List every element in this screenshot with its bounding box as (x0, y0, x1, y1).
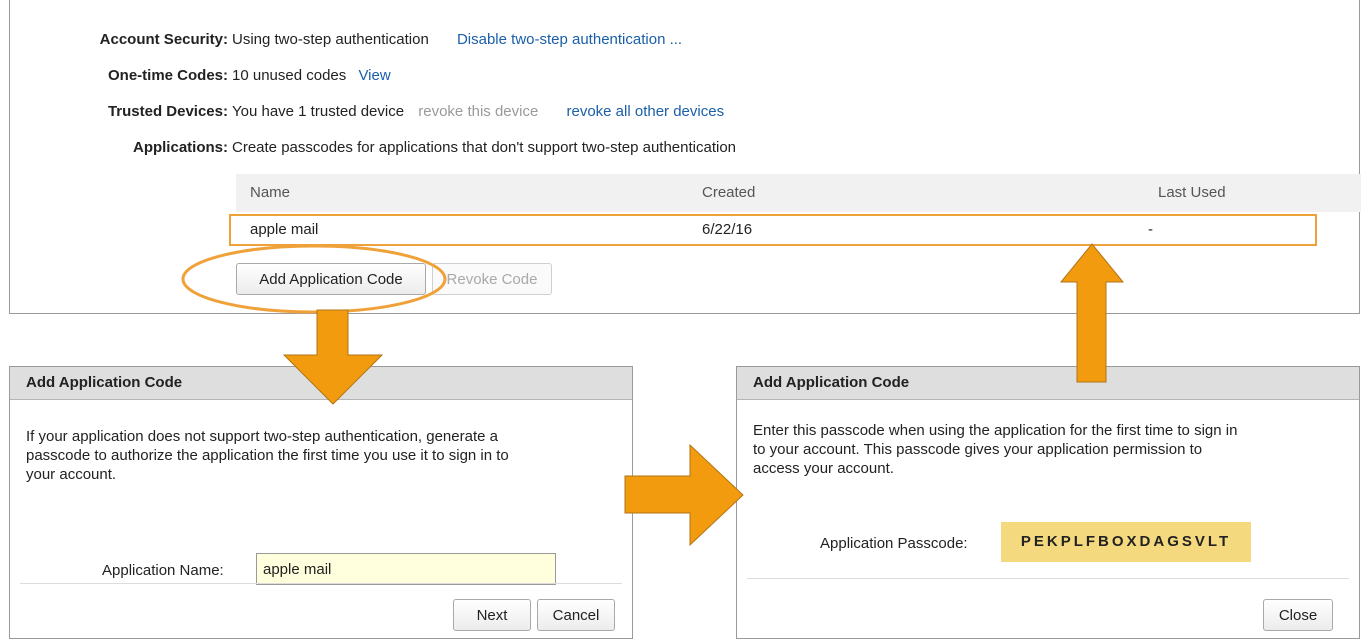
passcode-value: PEKPLFBOXDAGSVLT (1001, 522, 1251, 562)
applications-value: Create passcodes for applications that d… (232, 139, 737, 156)
account-security-value: Using two-step authentication (232, 31, 429, 48)
one-time-codes-value: 10 unused codes (232, 67, 347, 84)
passcode-dialog: Add Application Code Enter this passcode… (736, 366, 1360, 639)
table-header: Name Created Last Used (236, 174, 1361, 212)
close-button[interactable]: Close (1263, 599, 1333, 631)
column-header-last-used[interactable]: Last Used (1158, 184, 1226, 201)
description-line: access your account. (753, 460, 894, 477)
dialog-title: Add Application Code (737, 367, 1359, 400)
add-application-code-button[interactable]: Add Application Code (236, 263, 426, 295)
description-line: If your application does not support two… (26, 428, 498, 445)
one-time-codes-values: 10 unused codes View (232, 66, 391, 86)
trusted-devices-label: Trusted Devices: (107, 103, 228, 120)
application-passcode-label: Application Passcode: (820, 535, 968, 552)
dialog-description: If your application does not support two… (26, 427, 509, 484)
table-row[interactable]: apple mail 6/22/16 - (229, 214, 1317, 246)
security-settings-panel: Account Security: Using two-step authent… (9, 0, 1361, 314)
description-line: Enter this passcode when using the appli… (753, 422, 1238, 439)
dialog-divider (20, 583, 622, 584)
dialog-description: Enter this passcode when using the appli… (753, 421, 1237, 478)
description-line: your account. (26, 466, 117, 483)
description-line: to your account. This passcode gives you… (753, 441, 1203, 458)
add-code-dialog: Add Application Code If your application… (9, 366, 633, 639)
dialog-divider (747, 578, 1349, 579)
revoke-this-device-link[interactable]: revoke this device (418, 103, 538, 120)
dialog-title: Add Application Code (10, 367, 632, 400)
right-arrow-icon (624, 443, 744, 547)
column-header-name[interactable]: Name (250, 184, 290, 201)
account-security-values: Using two-step authentication Disable tw… (232, 30, 682, 50)
application-name-input[interactable] (256, 553, 556, 585)
description-line: passcode to authorize the application th… (26, 447, 509, 464)
row-name: apple mail (250, 221, 319, 238)
disable-two-step-link[interactable]: Disable two-step authentication ... (457, 31, 682, 48)
trusted-devices-value: You have 1 trusted device (232, 103, 405, 120)
revoke-code-button[interactable]: Revoke Code (432, 263, 552, 295)
column-header-created[interactable]: Created (702, 184, 755, 201)
row-created: 6/22/16 (702, 221, 753, 238)
account-security-label: Account Security: (99, 31, 228, 48)
view-codes-link[interactable]: View (358, 67, 390, 84)
revoke-all-devices-link[interactable]: revoke all other devices (566, 103, 724, 120)
one-time-codes-label: One-time Codes: (107, 67, 228, 84)
cancel-button[interactable]: Cancel (537, 599, 615, 631)
next-button[interactable]: Next (453, 599, 531, 631)
trusted-devices-values: You have 1 trusted device revoke this de… (232, 102, 724, 122)
applications-label: Applications: (132, 139, 228, 156)
applications-values: Create passcodes for applications that d… (232, 138, 736, 158)
row-last-used: - (1148, 221, 1153, 238)
application-name-label: Application Name: (102, 562, 224, 579)
